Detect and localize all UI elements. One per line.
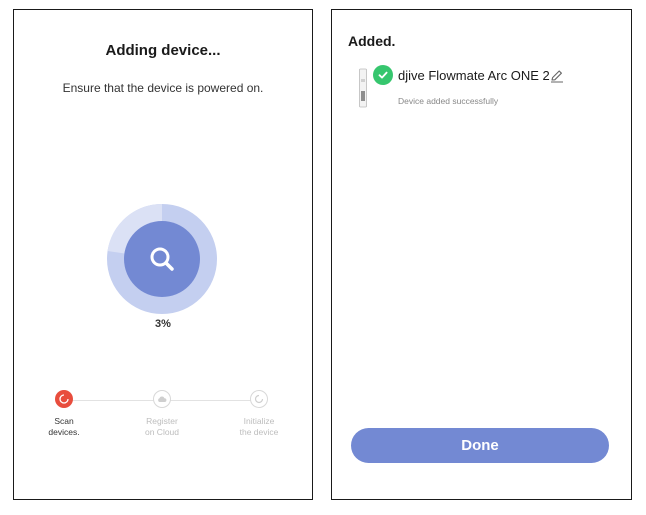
step-label: Register on Cloud	[144, 416, 180, 437]
check-icon	[373, 65, 393, 85]
step-initialize-device: Initialize the device	[219, 390, 299, 438]
device-name: djive Flowmate Arc ONE 2	[398, 68, 550, 83]
cloud-icon	[158, 396, 167, 402]
device-thumbnail	[358, 65, 372, 109]
adding-device-screen: Adding device... Ensure that the device …	[13, 9, 313, 500]
page-title: Adding device...	[105, 42, 221, 59]
step-indicator	[250, 390, 268, 408]
step-indicator	[153, 390, 171, 408]
loading-icon	[59, 394, 69, 404]
step-register-cloud: Register on Cloud	[122, 390, 202, 438]
step-scan-devices: Scan devices.	[24, 390, 104, 438]
refresh-icon	[254, 394, 264, 404]
step-label: Initialize the device	[239, 416, 279, 437]
device-added-screen: Added. djive Flowmate Arc ONE 2 Device a…	[331, 9, 632, 500]
progress-ring	[107, 203, 217, 314]
pencil-icon[interactable]	[550, 69, 564, 83]
progress-percent: 3%	[155, 318, 171, 330]
progress-ring-core	[124, 221, 200, 297]
device-status-text: Device added successfully	[398, 96, 499, 106]
page-title: Added.	[348, 33, 396, 49]
step-indicator-active	[55, 390, 73, 408]
done-button[interactable]: Done	[351, 428, 609, 463]
step-label: Scan devices.	[48, 416, 80, 437]
instruction-text: Ensure that the device is powered on.	[62, 81, 264, 95]
